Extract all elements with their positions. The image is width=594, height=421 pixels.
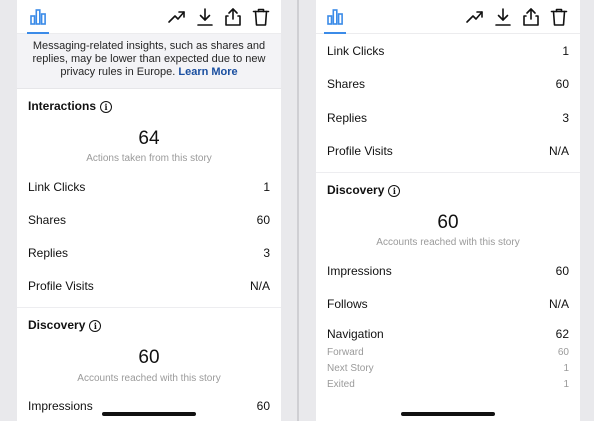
info-icon[interactable]: i xyxy=(100,101,113,113)
trending-arrow-icon[interactable] xyxy=(167,7,187,27)
share-icon[interactable] xyxy=(521,7,541,27)
learn-more-link[interactable]: Learn More xyxy=(178,66,237,78)
active-tab-indicator xyxy=(324,32,346,34)
metric-row-shares: Shares 60 xyxy=(327,77,569,95)
metric-value: 1 xyxy=(563,379,569,390)
metric-label: Profile Visits xyxy=(28,279,94,293)
navigation-sub-row-forward: Forward 60 xyxy=(327,347,569,361)
share-icon[interactable] xyxy=(223,7,243,27)
metric-label: Next Story xyxy=(327,363,374,374)
metric-value: 60 xyxy=(256,399,270,413)
metric-label: Profile Visits xyxy=(327,144,393,158)
metric-label: Impressions xyxy=(28,399,93,413)
metric-row-replies: Replies 3 xyxy=(327,111,569,129)
trash-icon[interactable] xyxy=(549,7,569,27)
split-divider xyxy=(297,0,299,421)
trending-arrow-icon[interactable] xyxy=(465,7,485,27)
metric-value: 62 xyxy=(555,327,569,341)
metric-label: Shares xyxy=(327,77,366,91)
interactions-title: Interactions xyxy=(28,99,97,113)
metric-row-replies: Replies 3 xyxy=(28,246,270,264)
metric-value: 60 xyxy=(256,213,270,227)
discovery-title: Discovery xyxy=(327,183,385,197)
metric-row-profile-visits: Profile Visits N/A xyxy=(28,279,270,297)
metric-label: Replies xyxy=(28,246,69,260)
metric-value: N/A xyxy=(249,279,270,293)
metric-value: 1 xyxy=(562,44,569,58)
interactions-caption: Actions taken from this story xyxy=(86,153,212,164)
navigation-sub-row-exited: Exited 1 xyxy=(327,379,569,393)
toolbar xyxy=(17,0,281,34)
metric-row-navigation: Navigation 62 xyxy=(327,327,569,345)
metric-value: 1 xyxy=(563,363,569,374)
metric-label: Link Clicks xyxy=(327,44,385,58)
discovery-heading: Discovery i xyxy=(327,183,401,201)
download-icon[interactable] xyxy=(195,7,215,27)
metric-label: Forward xyxy=(327,347,364,358)
metric-label: Link Clicks xyxy=(28,180,86,194)
section-separator xyxy=(17,307,281,308)
metric-label: Navigation xyxy=(327,327,384,341)
privacy-notice: Messaging-related insights, such as shar… xyxy=(17,34,281,89)
metric-label: Exited xyxy=(327,379,355,390)
metric-value: 3 xyxy=(562,111,569,125)
metric-row-shares: Shares 60 xyxy=(28,213,270,231)
discovery-heading: Discovery i xyxy=(28,318,102,336)
interactions-heading: Interactions i xyxy=(28,99,113,117)
metric-value: 3 xyxy=(263,246,270,260)
metric-value: 60 xyxy=(555,264,569,278)
metric-label: Shares xyxy=(28,213,67,227)
discovery-total: 60 xyxy=(138,347,160,368)
trash-icon[interactable] xyxy=(251,7,271,27)
metric-value: N/A xyxy=(548,144,569,158)
insights-bar-chart-icon[interactable] xyxy=(325,7,345,27)
metric-row-follows: Follows N/A xyxy=(327,297,569,315)
metric-value: 60 xyxy=(557,347,569,358)
metric-value: N/A xyxy=(548,297,569,311)
info-icon[interactable]: i xyxy=(388,185,401,197)
toolbar xyxy=(316,0,580,34)
navigation-sub-row-next-story: Next Story 1 xyxy=(327,363,569,377)
discovery-caption: Accounts reached with this story xyxy=(376,237,520,248)
info-icon[interactable]: i xyxy=(89,320,102,332)
metric-label: Impressions xyxy=(327,264,392,278)
metric-value: 60 xyxy=(555,77,569,91)
metric-row-link-clicks: Link Clicks 1 xyxy=(327,44,569,62)
insights-bar-chart-icon[interactable] xyxy=(28,7,48,27)
metric-row-impressions: Impressions 60 xyxy=(327,264,569,282)
metric-row-link-clicks: Link Clicks 1 xyxy=(28,180,270,198)
metric-label: Follows xyxy=(327,297,368,311)
story-insights-panel-right: Link Clicks 1 Shares 60 Replies 3 Profil… xyxy=(316,0,580,421)
home-indicator[interactable] xyxy=(102,412,196,416)
discovery-title: Discovery xyxy=(28,318,86,332)
home-indicator[interactable] xyxy=(401,412,495,416)
metric-row-profile-visits: Profile Visits N/A xyxy=(327,144,569,162)
metric-value: 1 xyxy=(263,180,270,194)
metric-label: Replies xyxy=(327,111,368,125)
discovery-total: 60 xyxy=(437,212,459,233)
interactions-total: 64 xyxy=(138,128,160,149)
download-icon[interactable] xyxy=(493,7,513,27)
section-separator xyxy=(316,172,580,173)
story-insights-panel-left: Messaging-related insights, such as shar… xyxy=(17,0,281,421)
discovery-caption: Accounts reached with this story xyxy=(77,373,221,384)
